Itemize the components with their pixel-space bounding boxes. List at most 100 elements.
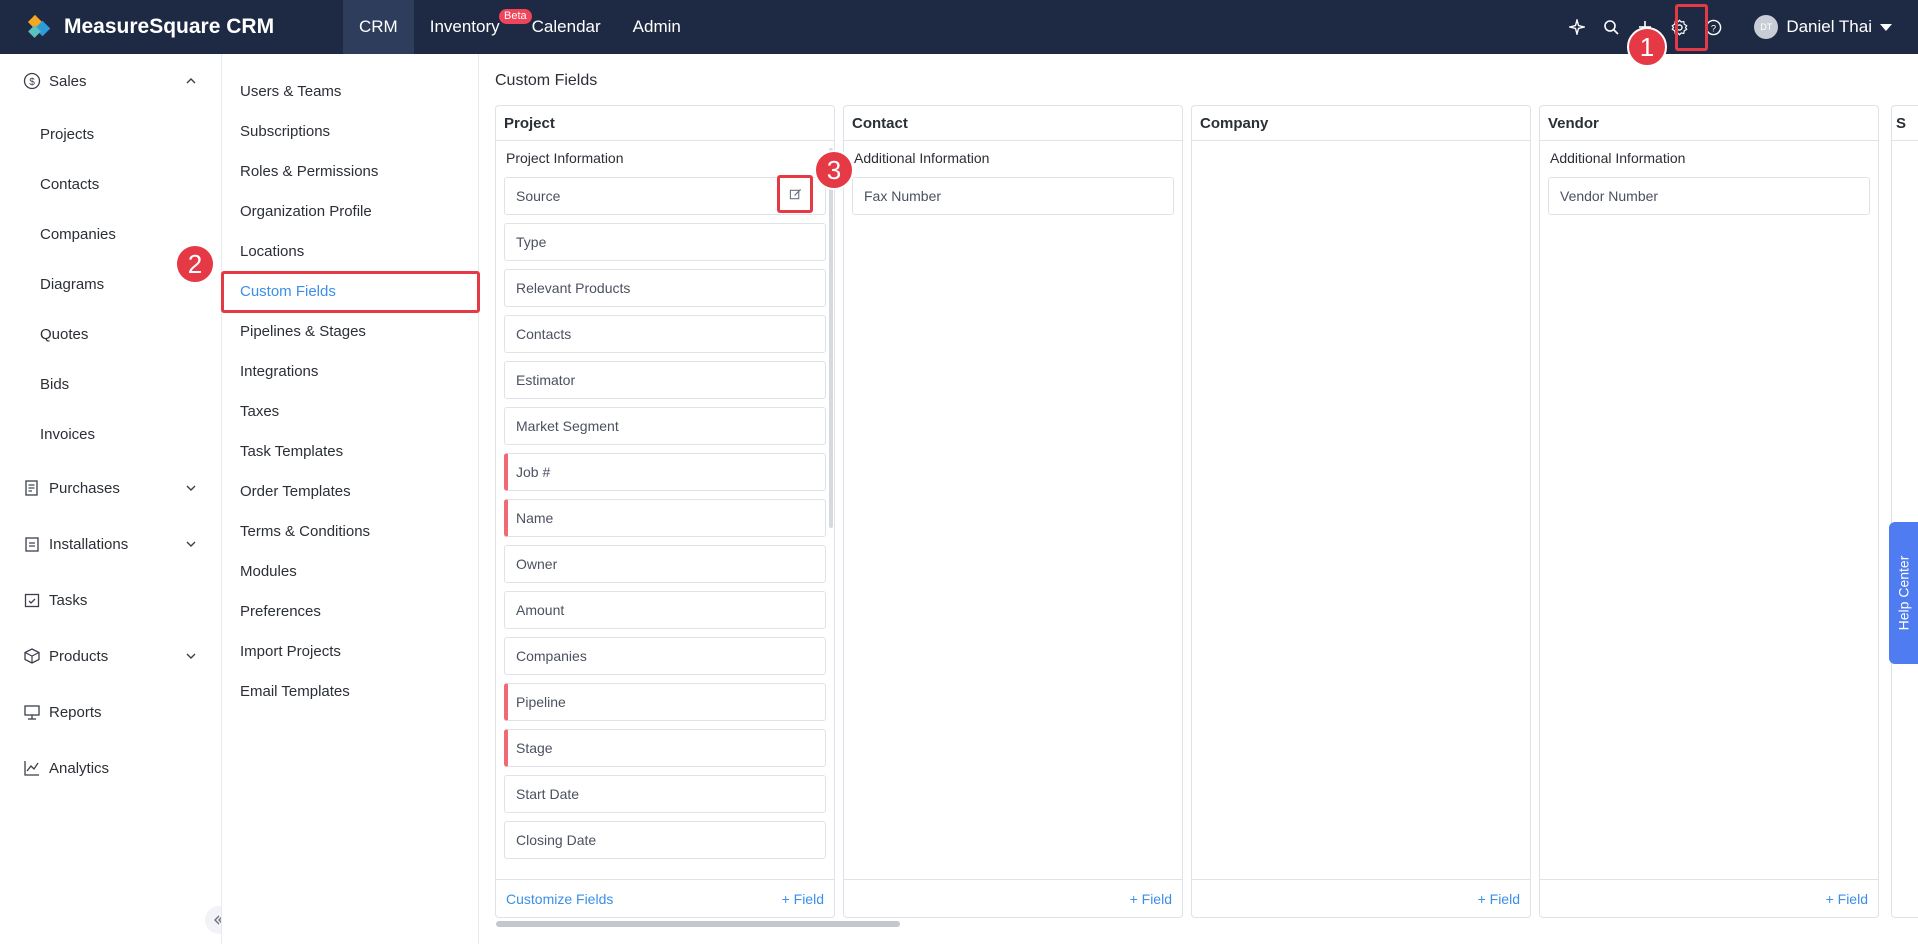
vendor-column-header: Vendor: [1540, 106, 1878, 141]
settings-item-task-templates[interactable]: Task Templates: [221, 431, 479, 471]
settings-item-modules[interactable]: Modules: [221, 551, 479, 591]
horizontal-scrollbar[interactable]: [496, 921, 900, 927]
settings-item-terms-conditions[interactable]: Terms & Conditions: [221, 511, 479, 551]
calendar-check-icon: [22, 591, 41, 610]
app-title: MeasureSquare CRM: [64, 15, 275, 38]
nav-crm[interactable]: CRM: [343, 0, 414, 54]
add-field-button[interactable]: + Field: [1478, 891, 1520, 907]
sidebar-item-tasks[interactable]: Tasks: [0, 580, 220, 620]
sidebar-item-diagrams[interactable]: Diagrams: [40, 276, 104, 293]
field-start-date[interactable]: Start Date: [504, 775, 826, 813]
caret-down-icon: [1880, 23, 1892, 31]
user-name: Daniel Thai: [1786, 17, 1872, 36]
settings-item-order-templates[interactable]: Order Templates: [221, 471, 479, 511]
sidebar-item-purchases[interactable]: Purchases: [0, 468, 220, 508]
sidebar-item-installations[interactable]: Installations: [0, 524, 220, 564]
contact-group-label: Additional Information: [854, 150, 990, 166]
contact-column-header: Contact: [844, 106, 1182, 141]
field-relevant-products[interactable]: Relevant Products: [504, 269, 826, 307]
sidebar-item-contacts[interactable]: Contacts: [40, 176, 99, 193]
help-center-label: Help Center: [1895, 555, 1912, 631]
field-amount[interactable]: Amount: [504, 591, 826, 629]
sidebar-item-reports[interactable]: Reports: [0, 692, 220, 732]
sidebar-label-installations: Installations: [49, 535, 129, 553]
settings-item-users-teams[interactable]: Users & Teams: [221, 71, 479, 111]
field-estimator[interactable]: Estimator: [504, 361, 826, 399]
main-nav: CRM Inventory Beta Calendar Admin: [343, 0, 697, 54]
field-type[interactable]: Type: [504, 223, 826, 261]
field-name[interactable]: Name: [504, 499, 826, 537]
step-badge-2: 2: [175, 244, 215, 284]
app-logo[interactable]: MeasureSquare CRM: [0, 0, 343, 54]
vendor-group-label: Additional Information: [1550, 150, 1686, 166]
sidebar-label-sales: Sales: [49, 72, 87, 90]
logo-icon: [27, 14, 51, 38]
add-field-button[interactable]: + Field: [1826, 891, 1868, 907]
nav-calendar[interactable]: Calendar: [516, 0, 617, 54]
avatar: DT: [1754, 15, 1779, 39]
clipboard-icon: [22, 535, 41, 554]
sidebar-item-companies[interactable]: Companies: [40, 226, 116, 243]
user-menu[interactable]: DT Daniel Thai: [1754, 15, 1892, 39]
line-chart-icon: [22, 759, 41, 778]
field-companies[interactable]: Companies: [504, 637, 826, 675]
settings-item-pipelines-stages[interactable]: Pipelines & Stages: [221, 311, 479, 351]
sidebar-label-purchases: Purchases: [49, 479, 120, 497]
contact-column: Contact Additional Information Fax Numbe…: [843, 105, 1183, 918]
sidebar-label-reports: Reports: [49, 703, 102, 721]
sidebar: $ Sales Projects Contacts Companies Diag…: [0, 54, 220, 944]
box-icon: [22, 647, 41, 666]
company-column-header: Company: [1192, 106, 1530, 141]
dollar-icon: $: [22, 72, 41, 91]
svg-text:$: $: [29, 77, 35, 88]
settings-item-email-templates[interactable]: Email Templates: [221, 671, 479, 711]
field-fax-number[interactable]: Fax Number: [852, 177, 1174, 215]
field-vendor-number[interactable]: Vendor Number: [1548, 177, 1870, 215]
search-icon[interactable]: [1600, 16, 1622, 38]
project-column-scrollbar[interactable]: [829, 148, 833, 528]
settings-item-organization-profile[interactable]: Organization Profile: [221, 191, 479, 231]
sidebar-item-sales[interactable]: $ Sales: [0, 61, 220, 101]
settings-item-preferences[interactable]: Preferences: [221, 591, 479, 631]
settings-item-integrations[interactable]: Integrations: [221, 351, 479, 391]
sidebar-label-products: Products: [49, 647, 109, 665]
field-market-segment[interactable]: Market Segment: [504, 407, 826, 445]
field-job[interactable]: Job #: [504, 453, 826, 491]
sidebar-item-bids[interactable]: Bids: [40, 376, 69, 393]
nav-admin[interactable]: Admin: [617, 0, 697, 54]
project-group-label: Project Information: [506, 150, 624, 166]
company-column-footer: + Field: [1192, 879, 1530, 917]
receipt-icon: [22, 479, 41, 498]
field-stage[interactable]: Stage: [504, 729, 826, 767]
settings-item-subscriptions[interactable]: Subscriptions: [221, 111, 479, 151]
field-closing-date[interactable]: Closing Date: [504, 821, 826, 859]
sidebar-item-quotes[interactable]: Quotes: [40, 326, 88, 343]
partial-column-header: S: [1892, 106, 1918, 141]
contact-column-footer: + Field: [844, 879, 1182, 917]
chevron-down-icon: [184, 481, 198, 495]
add-field-button[interactable]: + Field: [782, 891, 824, 907]
field-contacts[interactable]: Contacts: [504, 315, 826, 353]
chevron-up-icon: [184, 74, 198, 88]
add-field-button[interactable]: + Field: [1130, 891, 1172, 907]
settings-item-roles-permissions[interactable]: Roles & Permissions: [221, 151, 479, 191]
settings-item-locations[interactable]: Locations: [221, 231, 479, 271]
help-center-tab[interactable]: Help Center: [1889, 522, 1918, 664]
edit-field-button[interactable]: [777, 175, 813, 213]
settings-item-import-projects[interactable]: Import Projects: [221, 631, 479, 671]
project-column-header: Project: [496, 106, 834, 141]
nav-inventory[interactable]: Inventory Beta: [414, 0, 532, 54]
settings-item-taxes[interactable]: Taxes: [221, 391, 479, 431]
field-owner[interactable]: Owner: [504, 545, 826, 583]
customize-fields-link[interactable]: Customize Fields: [506, 891, 613, 907]
sidebar-item-analytics[interactable]: Analytics: [0, 748, 220, 788]
edit-icon: [789, 188, 801, 199]
sidebar-item-invoices[interactable]: Invoices: [40, 426, 95, 443]
sidebar-item-projects[interactable]: Projects: [40, 126, 94, 143]
field-pipeline[interactable]: Pipeline: [504, 683, 826, 721]
sparkle-icon[interactable]: [1566, 16, 1588, 38]
chevron-down-icon: [184, 649, 198, 663]
chevron-down-icon: [184, 537, 198, 551]
step-badge-1: 1: [1627, 27, 1667, 67]
sidebar-item-products[interactable]: Products: [0, 636, 220, 676]
